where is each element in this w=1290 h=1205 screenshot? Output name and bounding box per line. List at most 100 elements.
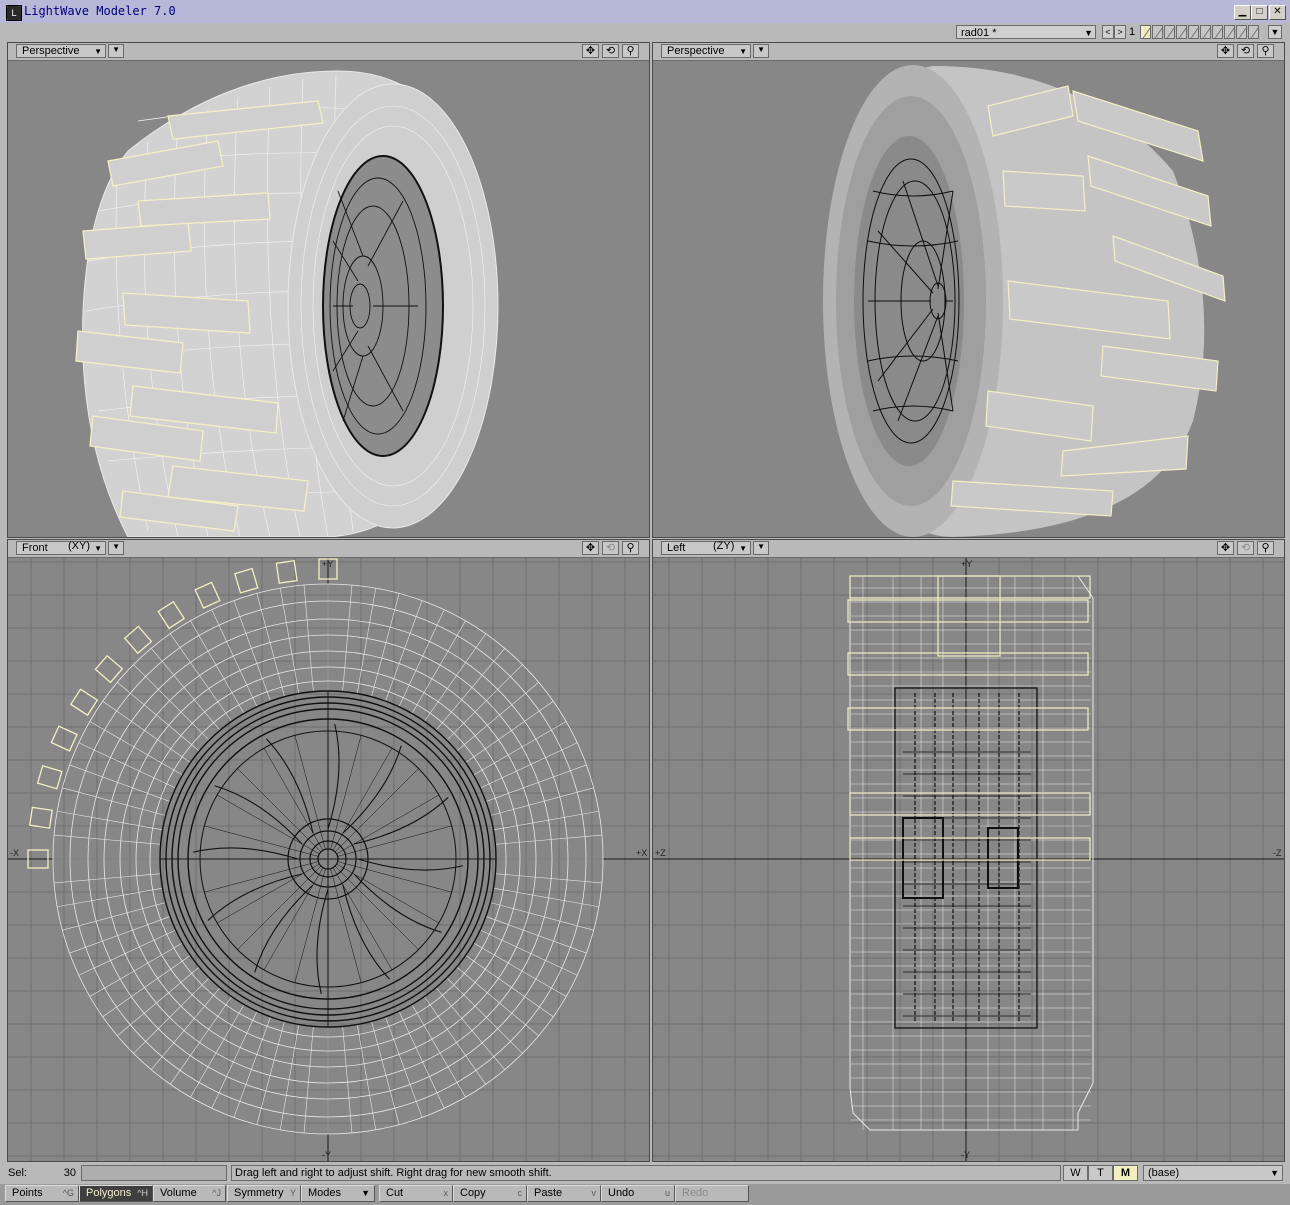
selected-tread-block [157,600,186,630]
pan-icon[interactable]: ✥ [1217,541,1234,555]
front-view-canvas: -X +X +Y -Y [8,558,649,1161]
copy-button[interactable]: Copy c [453,1185,527,1202]
pan-icon[interactable]: ✥ [582,541,599,555]
layer-slot-9[interactable] [1236,25,1247,39]
rim-spoke [353,797,449,845]
rotate-icon[interactable]: ⟲ [1237,44,1254,58]
selection-count: 30 [63,1167,76,1179]
tire-segment [78,742,176,789]
tire-segment [133,977,210,1054]
rotate-icon[interactable]: ⟲ [602,44,619,58]
undo-button[interactable]: Undo u [601,1185,675,1202]
pan-icon[interactable]: ✥ [582,44,599,58]
tire-segment [411,620,466,714]
viewport-bottom-left[interactable]: Front ▼ (XY) ▼ ✥ ⟲ ⚲ -X +X +Y -Y [7,539,650,1162]
maximize-button[interactable]: □ [1251,5,1268,20]
selected-tread-block [849,837,1091,861]
volume-mode-button[interactable]: Volume ^J [153,1185,226,1202]
modes-dropdown[interactable]: Modes ▼ [301,1185,375,1202]
axis-label-neg-x: -X [10,848,19,858]
tire-segment [473,942,567,997]
view-type-select[interactable]: Left ▼ [661,541,751,555]
copy-label: Copy [460,1187,486,1199]
tire-segment [485,916,587,954]
tire-segment [89,721,183,776]
rim-spoke [316,888,329,994]
polygons-mode-button[interactable]: Polygons ^H [79,1185,153,1202]
render-style-select[interactable]: ▼ [108,541,124,555]
view-type-select[interactable]: Front ▼ [16,541,106,555]
shortcut-hint: ^H [137,1188,148,1198]
prev-layer-button[interactable]: < [1102,25,1114,39]
layer-slot-5[interactable] [1188,25,1199,39]
tire-segment [342,585,353,692]
viewport-top-left[interactable]: Perspective ▼ ▼ ✥ ⟲ ⚲ [7,42,650,538]
layer-bank-dropdown[interactable]: ▼ [1268,25,1282,39]
selected-tread-block [69,688,99,717]
selected-tread-block [29,806,53,829]
view-axis-label: (ZY) [713,540,735,552]
layer-slot-10[interactable] [1248,25,1259,39]
weight-map-button[interactable]: W [1063,1165,1088,1181]
points-mode-button[interactable]: Points ^G [5,1185,79,1202]
rim-spoke [327,724,340,830]
layer-slot-2[interactable] [1152,25,1163,39]
tire-segment [89,942,183,997]
pan-icon[interactable]: ✥ [1217,44,1234,58]
chevron-down-icon: ▼ [112,542,120,551]
tire-segment [385,600,423,702]
close-button[interactable]: ✕ [1269,5,1286,20]
tire-outline [849,575,1094,1131]
tire-segment [102,701,191,763]
layer-slot-8[interactable] [1224,25,1235,39]
rotate-icon[interactable]: ⟲ [602,541,619,555]
hub-detail [902,817,944,899]
chevron-down-icon: ▼ [757,45,765,54]
render-style-select[interactable]: ▼ [753,541,769,555]
object-select[interactable]: rad01 * ▼ [956,25,1096,39]
zoom-icon[interactable]: ⚲ [1257,44,1274,58]
hub-detail [987,827,1019,889]
tire-segment [69,764,171,802]
chevron-down-icon: ▼ [361,1188,370,1198]
layer-slot-6[interactable] [1200,25,1211,39]
chevron-down-icon: ▼ [757,542,765,551]
rim-spoke [207,873,303,921]
morph-layer-select[interactable]: (base) ▼ [1143,1165,1283,1181]
zoom-icon[interactable]: ⚲ [622,44,639,58]
texture-map-button[interactable]: T [1088,1165,1113,1181]
view-type-select[interactable]: Perspective ▼ [661,44,751,58]
layer-slot-7[interactable] [1212,25,1223,39]
cut-button[interactable]: Cut x [379,1185,453,1202]
layer-slot-3[interactable] [1164,25,1175,39]
rotate-icon[interactable]: ⟲ [1237,541,1254,555]
axis-label-neg-y: -Y [322,1150,331,1160]
view-type-select[interactable]: Perspective ▼ [16,44,106,58]
paste-button[interactable]: Paste v [527,1185,601,1202]
chevron-down-icon: ▼ [94,47,102,56]
rim-spoke [353,873,442,933]
polygons-label: Polygons [86,1187,132,1199]
morph-map-button[interactable]: M [1113,1165,1138,1181]
viewport-header: Perspective ▼ ▼ ✥ ⟲ ⚲ [8,43,649,61]
redo-button[interactable]: Redo [675,1185,749,1202]
tire-segment [303,585,314,692]
next-layer-button[interactable]: > [1114,25,1126,39]
zoom-icon[interactable]: ⚲ [1257,541,1274,555]
axis-label-pos-y: +Y [322,559,333,569]
layer-slot-4[interactable] [1176,25,1187,39]
render-style-select[interactable]: ▼ [108,44,124,58]
viewport-top-right[interactable]: Perspective ▼ ▼ ✥ ⟲ ⚲ [652,42,1285,538]
render-style-select[interactable]: ▼ [753,44,769,58]
symmetry-button[interactable]: Symmetry Y [227,1185,301,1202]
layer-slot-1[interactable] [1140,25,1151,39]
shortcut-hint: ^J [212,1188,221,1198]
selected-tread-block [123,625,153,655]
chevron-down-icon: ▼ [739,47,747,56]
minimize-button[interactable]: ▁ [1234,5,1251,20]
tire-segment [78,929,176,976]
zoom-icon[interactable]: ⚲ [622,541,639,555]
tire-segment [54,834,161,845]
viewport-bottom-right[interactable]: Left ▼ (ZY) ▼ ✥ ⟲ ⚲ +Z -Z +Y -Y [652,539,1285,1162]
rim-spoke [342,884,390,980]
